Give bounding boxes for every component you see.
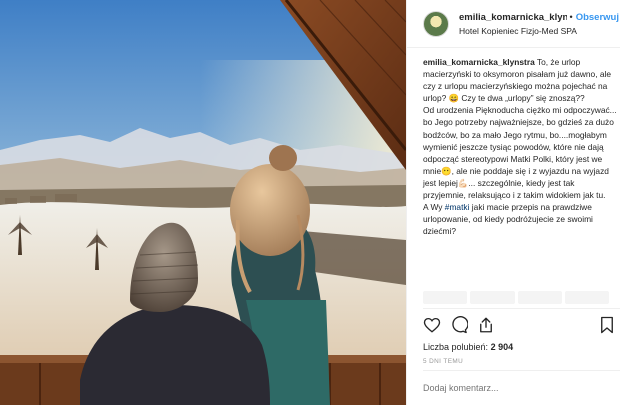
caption-text-3a: A Wy [423, 202, 445, 213]
likes-label: Liczba polubień: [423, 342, 489, 352]
photo-scene [0, 0, 406, 405]
post-photo[interactable] [0, 0, 406, 405]
comment-bar [423, 370, 620, 405]
divider [423, 308, 620, 309]
placeholder-block [564, 291, 609, 304]
post-sidebar: emilia_komarnicka_klynstr • Obserwuj Hot… [406, 0, 620, 405]
post-header-text: emilia_komarnicka_klynstr • Obserwuj Hot… [459, 12, 619, 36]
caption-username[interactable]: emilia_komarnicka_klynstra [423, 57, 535, 67]
heart-icon[interactable] [423, 316, 441, 339]
avatar[interactable] [423, 10, 449, 37]
post-location[interactable]: Hotel Kopieniec Fizjo-Med SPA [459, 26, 619, 36]
caption-paragraph-1: emilia_komarnicka_klynstra To, że urlop … [423, 56, 619, 104]
post-header-row: emilia_komarnicka_klynstr • Obserwuj [459, 12, 619, 23]
placeholder-block [470, 291, 515, 304]
likes-count[interactable]: Liczba polubień: 2 904 [423, 342, 513, 352]
comment-input[interactable] [423, 383, 603, 393]
loading-comments-placeholder [423, 291, 609, 304]
share-icon[interactable] [477, 316, 495, 339]
hashtag-link[interactable]: #matki [445, 202, 470, 212]
post-header: emilia_komarnicka_klynstr • Obserwuj Hot… [407, 0, 620, 48]
follow-button[interactable]: Obserwuj [576, 12, 619, 23]
post-timestamp[interactable]: 5 DNI TEMU [423, 358, 463, 365]
likes-number: 2 904 [490, 342, 514, 352]
comment-bubble-icon[interactable] [450, 316, 469, 339]
separator-dot: • [569, 12, 573, 22]
caption-paragraph-2: Od urodzenia Pięknoducha ciężko mi odpoc… [423, 105, 617, 201]
post-actions [423, 316, 613, 336]
bookmark-icon[interactable] [599, 316, 615, 339]
author-username[interactable]: emilia_komarnicka_klynstr [459, 12, 567, 23]
caption-paragraph-3: A Wy #matki jaki macie przepis na prawdz… [423, 201, 619, 237]
placeholder-block [517, 291, 562, 304]
post-caption: emilia_komarnicka_klynstra To, że urlop … [423, 56, 619, 237]
placeholder-block [423, 291, 468, 304]
